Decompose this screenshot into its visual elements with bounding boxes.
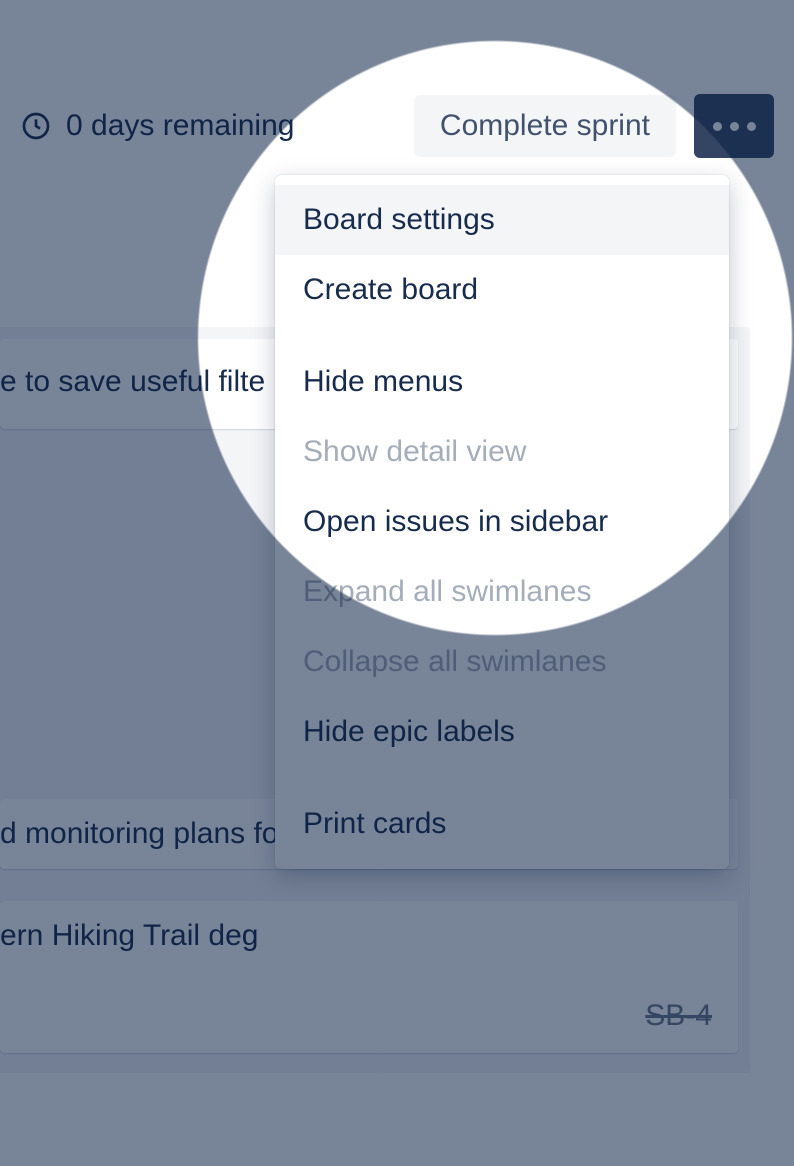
more-icon [713, 122, 756, 131]
menu-item-print-cards[interactable]: Print cards [275, 789, 729, 859]
issue-card-title: ern Hiking Trail deg [0, 919, 712, 953]
complete-sprint-button[interactable]: Complete sprint [414, 95, 676, 157]
time-remaining-label: 0 days remaining [66, 109, 414, 143]
menu-item-create-board[interactable]: Create board [275, 255, 729, 325]
menu-separator [275, 325, 729, 347]
menu-item-expand-all-swimlanes: Expand all swimlanes [275, 557, 729, 627]
menu-item-hide-menus[interactable]: Hide menus [275, 347, 729, 417]
board-actions-menu: Board settingsCreate board Hide menusShow… [275, 175, 729, 869]
issue-card[interactable]: ern Hiking Trail deg SB-4 [0, 901, 738, 1053]
board-layer: 0 days remaining Complete sprint e to sa… [0, 0, 794, 1166]
menu-item-board-settings[interactable]: Board settings [275, 185, 729, 255]
menu-item-open-issues-in-sidebar[interactable]: Open issues in sidebar [275, 487, 729, 557]
more-actions-button[interactable] [694, 94, 774, 158]
top-bar: 0 days remaining Complete sprint [0, 90, 794, 162]
menu-item-collapse-all-swimlanes: Collapse all swimlanes [275, 627, 729, 697]
menu-separator [275, 767, 729, 789]
issue-key: SB-4 [645, 999, 712, 1033]
clock-icon [20, 110, 52, 142]
menu-item-show-detail-view: Show detail view [275, 417, 729, 487]
menu-item-hide-epic-labels[interactable]: Hide epic labels [275, 697, 729, 767]
